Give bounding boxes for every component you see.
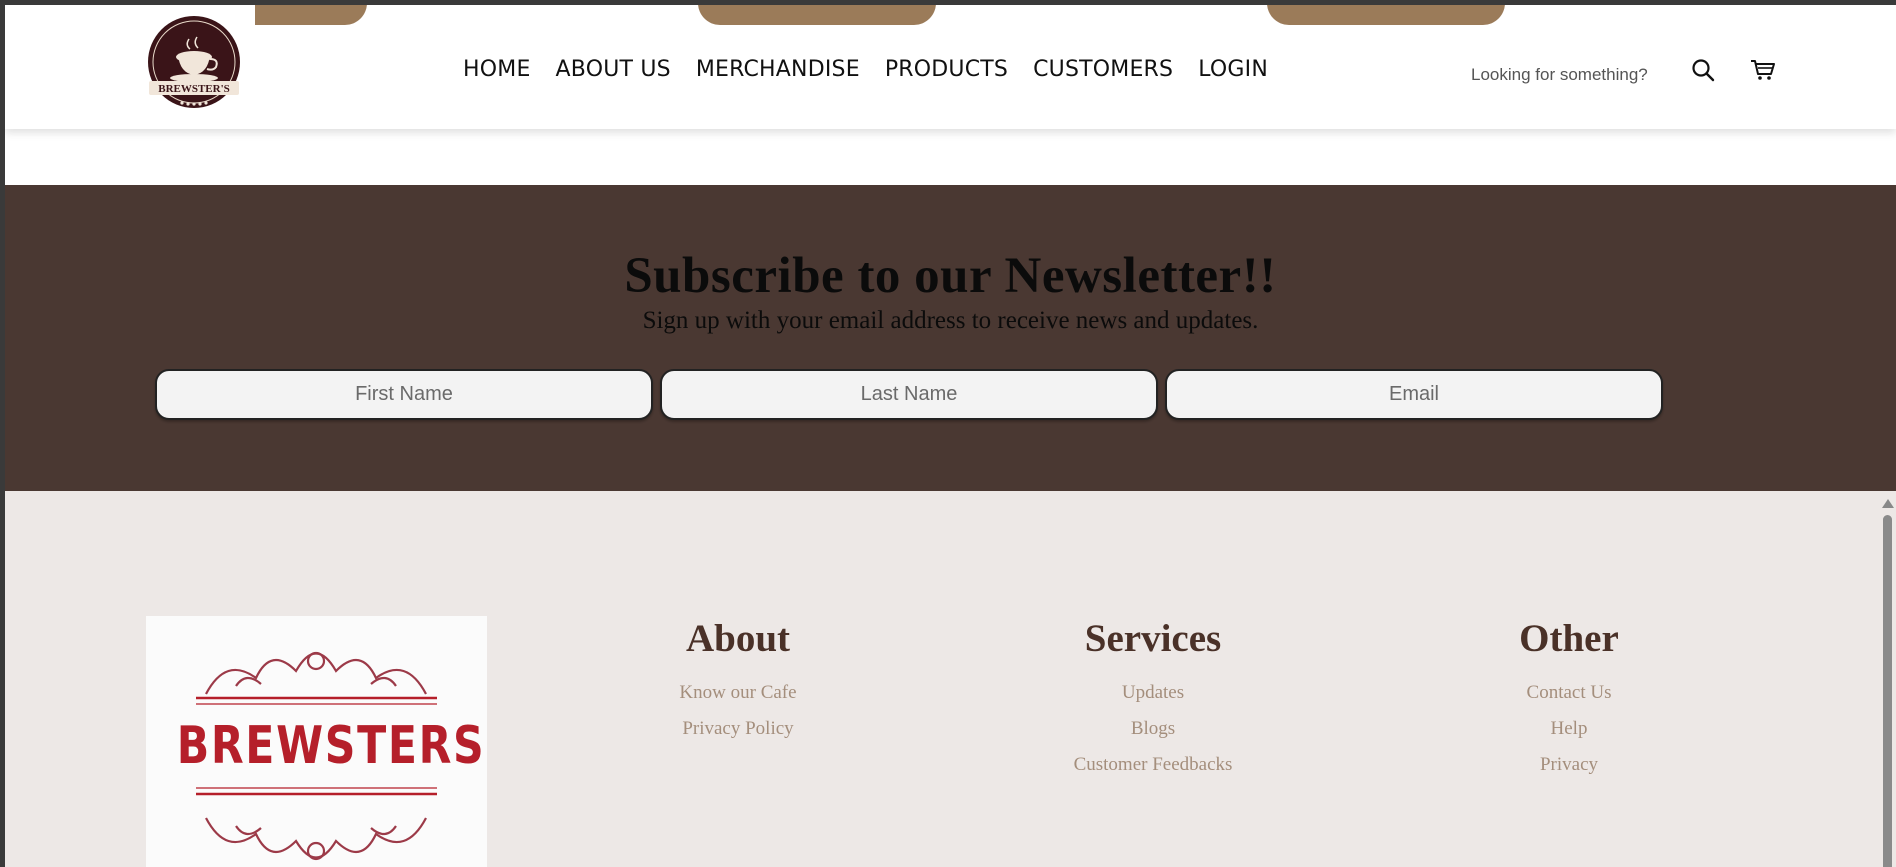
footer-logo-text: BREWSTERS xyxy=(176,716,486,776)
newsletter-section: Subscribe to our Newsletter!! Sign up wi… xyxy=(5,185,1896,491)
footer-logo: BREWSTERS xyxy=(146,616,487,867)
last-name-field[interactable] xyxy=(660,369,1158,420)
footer-link-contact-us[interactable]: Contact Us xyxy=(1419,675,1719,711)
site-footer: BREWSTERS About Know our Cafe Privacy Po… xyxy=(5,491,1896,867)
nav-merchandise[interactable]: MERCHANDISE xyxy=(696,57,860,82)
footer-services-column: Services Updates Blogs Customer Feedback… xyxy=(1003,616,1303,783)
brewsters-logo[interactable]: BREWSTER'S xyxy=(145,15,243,113)
decorative-tab xyxy=(1267,5,1505,25)
footer-link-privacy[interactable]: Privacy xyxy=(1419,747,1719,783)
newsletter-subtitle: Sign up with your email address to recei… xyxy=(642,307,1259,334)
nav-customers[interactable]: CUSTOMERS xyxy=(1033,57,1173,82)
main-nav: HOME ABOUT US MERCHANDISE PRODUCTS CUSTO… xyxy=(463,57,1293,82)
page: BREWSTER'S HOME ABOUT US MERCHANDISE PRO… xyxy=(5,5,1896,867)
nav-login[interactable]: LOGIN xyxy=(1198,57,1268,82)
email-field[interactable] xyxy=(1165,369,1663,420)
scroll-up-icon[interactable] xyxy=(1882,499,1894,508)
footer-link-customer-feedbacks[interactable]: Customer Feedbacks xyxy=(1003,747,1303,783)
nav-home[interactable]: HOME xyxy=(463,57,531,82)
first-name-field[interactable] xyxy=(155,369,653,420)
footer-link-know-our-cafe[interactable]: Know our Cafe xyxy=(588,675,888,711)
footer-link-updates[interactable]: Updates xyxy=(1003,675,1303,711)
decorative-tab xyxy=(255,5,367,25)
footer-link-privacy-policy[interactable]: Privacy Policy xyxy=(588,711,888,747)
svg-text:BREWSTER'S: BREWSTER'S xyxy=(158,83,230,95)
scrollbar[interactable] xyxy=(1879,491,1896,867)
footer-other-heading: Other xyxy=(1519,617,1619,660)
footer-link-help[interactable]: Help xyxy=(1419,711,1719,747)
scroll-thumb[interactable] xyxy=(1883,515,1892,867)
cart-icon[interactable] xyxy=(1748,55,1778,85)
newsletter-title: Subscribe to our Newsletter!! xyxy=(624,248,1277,304)
footer-link-blogs[interactable]: Blogs xyxy=(1003,711,1303,747)
search-input[interactable] xyxy=(1471,60,1661,90)
search-icon[interactable] xyxy=(1688,55,1718,85)
site-header: BREWSTER'S HOME ABOUT US MERCHANDISE PRO… xyxy=(5,5,1896,129)
footer-other-column: Other Contact Us Help Privacy xyxy=(1419,616,1719,783)
footer-services-heading: Services xyxy=(1084,617,1222,660)
nav-about-us[interactable]: ABOUT US xyxy=(556,57,671,82)
nav-products[interactable]: PRODUCTS xyxy=(885,57,1008,82)
footer-about-column: About Know our Cafe Privacy Policy xyxy=(588,616,888,747)
decorative-tab xyxy=(698,5,936,25)
footer-about-heading: About xyxy=(685,617,791,660)
